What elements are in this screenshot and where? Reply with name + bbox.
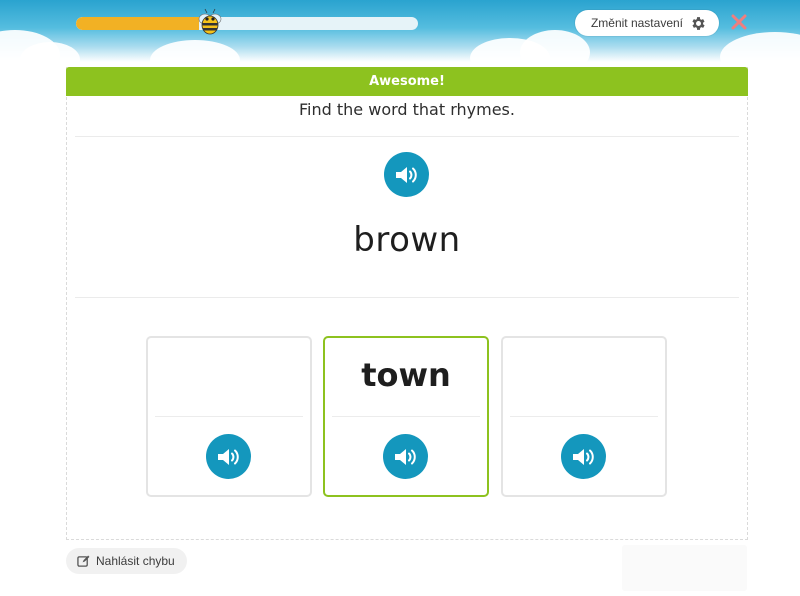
edit-icon	[77, 555, 90, 567]
target-word: brown	[353, 220, 461, 260]
option-divider	[155, 416, 303, 417]
feedback-banner: Awesome!	[66, 67, 748, 96]
option-divider	[510, 416, 658, 417]
exercise-card: Awesome! Find the word that rhymes. brow…	[66, 67, 748, 540]
continue-button-placeholder	[622, 545, 747, 591]
speaker-icon	[217, 448, 239, 465]
report-error-button[interactable]: Nahlásit chybu	[66, 548, 187, 574]
option-divider	[332, 416, 480, 417]
answer-option[interactable]	[146, 336, 312, 497]
close-button[interactable]	[729, 12, 749, 32]
answer-option-selected[interactable]: town	[323, 336, 489, 497]
play-option-button[interactable]	[206, 434, 251, 479]
bee-icon	[198, 8, 222, 35]
speaker-icon	[572, 448, 594, 465]
play-option-button[interactable]	[561, 434, 606, 479]
answer-option[interactable]	[501, 336, 667, 497]
settings-button[interactable]: Změnit nastavení	[575, 10, 719, 36]
play-word-button[interactable]	[384, 152, 429, 197]
divider	[75, 297, 739, 298]
cloud	[520, 30, 590, 62]
progress-bar	[76, 17, 418, 30]
instruction-text: Find the word that rhymes.	[299, 100, 515, 119]
speaker-icon	[394, 448, 416, 465]
cloud	[150, 40, 240, 62]
cloud	[720, 32, 800, 62]
close-icon	[731, 14, 747, 30]
report-error-label: Nahlásit chybu	[96, 554, 175, 568]
play-option-button[interactable]	[383, 434, 428, 479]
divider	[75, 136, 739, 137]
gear-icon	[692, 16, 705, 30]
header-sky: Změnit nastavení	[0, 0, 800, 62]
settings-label: Změnit nastavení	[590, 16, 683, 30]
option-word: town	[361, 356, 451, 394]
progress-fill	[76, 17, 200, 30]
speaker-icon	[395, 166, 417, 183]
